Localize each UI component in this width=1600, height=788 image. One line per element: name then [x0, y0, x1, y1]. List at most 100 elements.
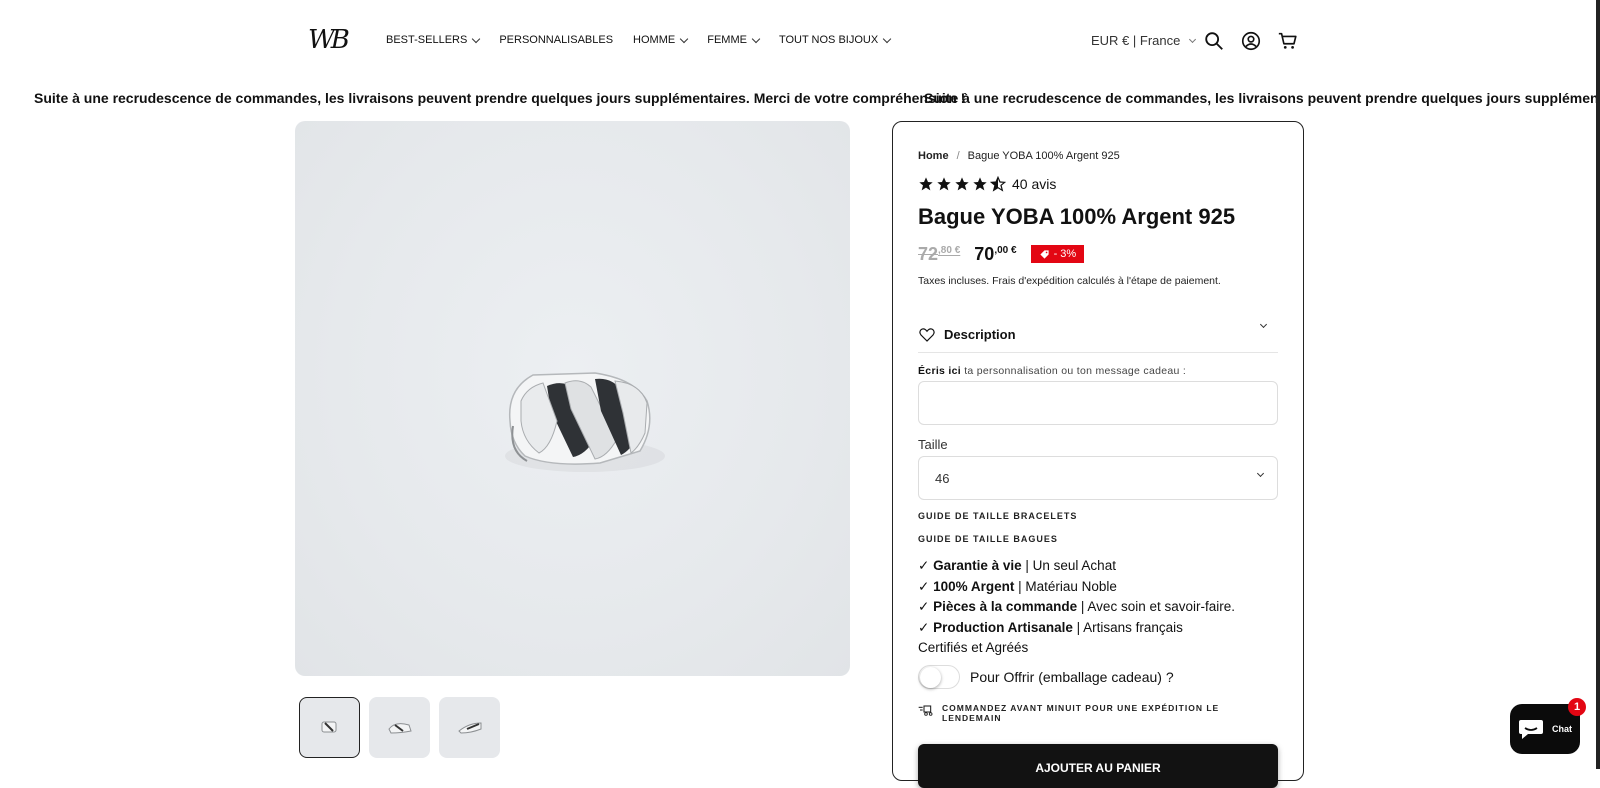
- product-info-panel: Home / Bague YOBA 100% Argent 925 40 avi…: [892, 121, 1304, 788]
- discount-label: - 3%: [1053, 248, 1077, 260]
- old-price: 72,80 €: [918, 244, 960, 265]
- breadcrumb-current: Bague YOBA 100% Argent 925: [967, 150, 1120, 162]
- feature-item: ✓ Pièces à la commande | Avec soin et sa…: [918, 597, 1235, 618]
- page-scrollbar[interactable]: [1596, 0, 1600, 769]
- personalization-label: Écris ici ta personnalisation ou ton mes…: [918, 365, 1186, 377]
- size-value: 46: [935, 471, 950, 486]
- old-price-cents: ,80 €: [938, 245, 961, 256]
- feature-list: ✓ Garantie à vie | Un seul Achat ✓ 100% …: [918, 556, 1235, 659]
- thumbnail-3[interactable]: [439, 697, 500, 758]
- star-icon: [919, 177, 933, 191]
- gift-wrap-option: Pour Offrir (emballage cadeau) ?: [918, 665, 1174, 689]
- account-icon[interactable]: [1240, 30, 1262, 52]
- feature-item: ✓ Garantie à vie | Un seul Achat: [918, 556, 1235, 577]
- check-icon: ✓: [918, 599, 930, 614]
- bracelet-size-guide-link[interactable]: GUIDE DE TAILLE BRACELETS: [918, 511, 1077, 521]
- ring-thumbnail-image: [321, 721, 337, 733]
- shipping-note: COMMANDEZ AVANT MINUIT POUR UNE EXPÉDITI…: [918, 703, 1242, 723]
- nav-item-tout-nos-bijoux[interactable]: TOUT NOS BIJOUX: [778, 34, 892, 46]
- discount-badge: - 3%: [1030, 245, 1085, 263]
- description-accordion[interactable]: Description: [918, 317, 1278, 353]
- fast-shipping-icon: [918, 705, 933, 716]
- personalization-input[interactable]: [918, 381, 1278, 425]
- nav-label: TOUT NOS BIJOUX: [778, 34, 879, 46]
- site-header: WB BEST-SELLERS PERSONNALISABLES HOMME F…: [0, 0, 1600, 82]
- product-title: Bague YOBA 100% Argent 925: [918, 204, 1236, 229]
- add-to-cart-button[interactable]: AJOUTER AU PANIER: [918, 744, 1278, 788]
- ring-image: [505, 372, 665, 472]
- search-icon[interactable]: [1203, 30, 1225, 52]
- personalization-label-rest: ta personnalisation ou ton message cadea…: [960, 365, 1187, 377]
- announcement-text: Suite à une recrudescence de commandes, …: [34, 90, 966, 106]
- currency-label: EUR € | France: [1091, 33, 1181, 48]
- breadcrumb-home[interactable]: Home: [918, 150, 949, 162]
- breadcrumb-separator: /: [956, 150, 960, 162]
- sale-price-main: 70: [974, 244, 995, 264]
- ring-thumbnail-image: [458, 722, 482, 734]
- feature-title: Production Artisanale: [933, 619, 1073, 635]
- chevron-down-icon: [679, 34, 689, 43]
- announcement-bar: Suite à une recrudescence de commandes, …: [0, 88, 1600, 110]
- main-nav: BEST-SELLERS PERSONNALISABLES HOMME FEMM…: [386, 34, 892, 46]
- product-rating[interactable]: 40 avis: [918, 176, 1056, 192]
- shipping-note-text: COMMANDEZ AVANT MINUIT POUR UNE EXPÉDITI…: [942, 703, 1220, 723]
- chevron-down-icon: [1259, 320, 1268, 329]
- currency-selector[interactable]: EUR € | France: [1091, 33, 1197, 48]
- feature-title: Pièces à la commande: [933, 599, 1078, 614]
- tag-icon: [1039, 249, 1049, 259]
- star-icon: [937, 177, 951, 191]
- chevron-down-icon: [882, 34, 892, 43]
- size-label: Taille: [918, 437, 948, 452]
- gift-wrap-label: Pour Offrir (emballage cadeau) ?: [970, 669, 1174, 685]
- gift-wrap-toggle[interactable]: [918, 665, 960, 689]
- nav-label: BEST-SELLERS: [386, 34, 468, 46]
- breadcrumb: Home / Bague YOBA 100% Argent 925: [918, 150, 1120, 162]
- feature-detail: | Matériau Noble: [1014, 578, 1117, 594]
- chevron-down-icon: [1189, 35, 1197, 43]
- feature-title: Garantie à vie: [933, 558, 1022, 573]
- cart-icon[interactable]: [1277, 30, 1299, 52]
- chat-bubble-icon: [1519, 720, 1543, 739]
- price-row: 72,80 € 70,00 € - 3%: [918, 244, 1085, 265]
- ring-thumbnail-image: [388, 723, 412, 734]
- sale-price-cents: ,00 €: [994, 245, 1017, 256]
- thumbnail-2[interactable]: [369, 697, 430, 758]
- old-price-main: 72: [918, 244, 939, 264]
- feature-detail: | Avec soin et savoir-faire.: [1077, 599, 1235, 614]
- feature-item: ✓ 100% Argent | Matériau Noble: [918, 577, 1235, 598]
- heart-icon: [919, 327, 935, 342]
- check-icon: ✓: [918, 619, 930, 635]
- nav-item-personnalisables[interactable]: PERSONNALISABLES: [499, 34, 613, 46]
- chevron-down-icon: [751, 34, 761, 43]
- feature-item: ✓ Production Artisanale | Artisans franç…: [918, 618, 1208, 659]
- size-select[interactable]: 46: [918, 456, 1278, 500]
- chat-notification-badge: 1: [1568, 698, 1586, 716]
- description-label: Description: [944, 327, 1016, 342]
- chat-label: Chat: [1552, 724, 1572, 734]
- nav-label: FEMME: [707, 34, 747, 46]
- thumbnail-1[interactable]: [299, 697, 360, 758]
- nav-item-homme[interactable]: HOMME: [633, 34, 689, 46]
- sale-price: 70,00 €: [974, 244, 1016, 265]
- brand-logo[interactable]: WB: [308, 24, 350, 56]
- nav-item-best-sellers[interactable]: BEST-SELLERS: [386, 34, 481, 46]
- star-icon: [973, 177, 987, 191]
- tax-note: Taxes incluses. Frais d'expédition calcu…: [918, 275, 1221, 287]
- product-main-image[interactable]: [295, 121, 850, 676]
- chevron-down-icon: [1256, 469, 1265, 478]
- check-icon: ✓: [918, 578, 930, 594]
- nav-item-femme[interactable]: FEMME: [707, 34, 761, 46]
- chevron-down-icon: [472, 34, 481, 43]
- toggle-knob: [920, 667, 941, 688]
- personalization-label-bold: Écris ici: [918, 365, 961, 377]
- announcement-text: Suite à une recrudescence de commandes, …: [924, 90, 1600, 106]
- check-icon: ✓: [918, 558, 930, 573]
- nav-label: HOMME: [633, 34, 676, 46]
- star-icon: [955, 177, 969, 191]
- reviews-count: 40 avis: [1012, 176, 1057, 192]
- nav-label: PERSONNALISABLES: [499, 34, 614, 46]
- ring-size-guide-link[interactable]: GUIDE DE TAILLE BAGUES: [918, 534, 1058, 544]
- feature-title: 100% Argent: [933, 578, 1015, 594]
- star-half-icon: [990, 176, 1006, 192]
- feature-detail: | Un seul Achat: [1021, 558, 1116, 573]
